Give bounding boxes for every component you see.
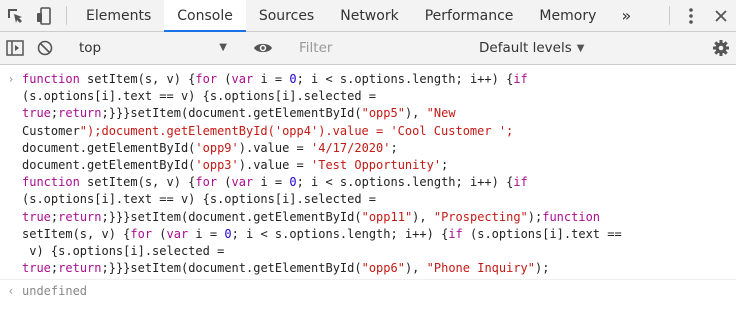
code-line: document.getElementById('opp9').value = … [22,140,398,155]
tabbar-separator [669,6,670,25]
tab-network[interactable]: Network [327,0,411,31]
kebab-menu-icon[interactable] [676,0,706,31]
code-line: setItem(s, v) {for (var i = 0; i < s.opt… [22,226,622,241]
console-result-value: undefined [22,284,88,299]
console-result-entry: ‹ undefined [0,279,736,303]
devtools-tabbar: Elements Console Sources Network Perform… [0,0,736,32]
code-line: v) {s.options[i].selected = [22,244,225,259]
code-line: (s.options[i].text == v) {s.options[i].s… [22,89,377,104]
log-levels-dropdown[interactable]: Default levels ▼ [467,40,584,56]
tab-elements[interactable]: Elements [73,0,164,31]
code-line: true;return;}}}setItem(document.getEleme… [22,261,550,276]
inspect-icon[interactable] [0,0,30,31]
chevron-down-icon: ▼ [576,42,585,54]
console-toolbar: top ▼ Filter Default levels ▼ [0,32,736,65]
context-selector[interactable]: top ▼ [73,32,235,64]
context-value: top [79,40,102,56]
more-tabs-icon[interactable]: » [609,0,643,31]
code-line: true;return;}}}setItem(document.getEleme… [22,106,456,121]
prompt-chevron-icon: › [7,72,15,86]
code-line: (s.options[i].text == v) {s.options[i].s… [22,192,377,207]
chevron-down-icon: ▼ [219,42,227,53]
sidebar-toggle-icon[interactable] [0,32,30,65]
code-line: function setItem(s, v) {for (var i = 0; … [22,72,528,86]
tab-console[interactable]: Console [164,0,246,32]
tabbar-separator [66,6,67,25]
code-line: document.getElementById('opp3').value = … [22,158,449,173]
gear-icon[interactable] [706,32,736,65]
tab-performance[interactable]: Performance [412,0,527,31]
code-line: true;return;}}}setItem(document.getEleme… [22,209,601,224]
close-icon[interactable] [706,0,736,31]
console-output: › function setItem(s, v) {for (var i = 0… [0,65,736,303]
code-line: Customer");document.getElementById('opp4… [22,123,514,138]
log-levels-label: Default levels [479,40,572,56]
console-command[interactable]: function setItem(s, v) {for (var i = 0; … [22,71,722,277]
eye-icon[interactable] [248,32,278,65]
clear-console-icon[interactable] [30,32,60,65]
device-icon[interactable] [30,0,60,31]
tab-sources[interactable]: Sources [246,0,327,31]
tabbar-spacer [643,0,663,31]
code-line: function setItem(s, v) {for (var i = 0; … [22,175,528,190]
console-input-entry: › function setItem(s, v) {for (var i = 0… [0,65,736,279]
filter-input[interactable]: Filter [291,32,467,64]
result-arrow-icon: ‹ [7,284,15,299]
tab-memory[interactable]: Memory [526,0,609,31]
